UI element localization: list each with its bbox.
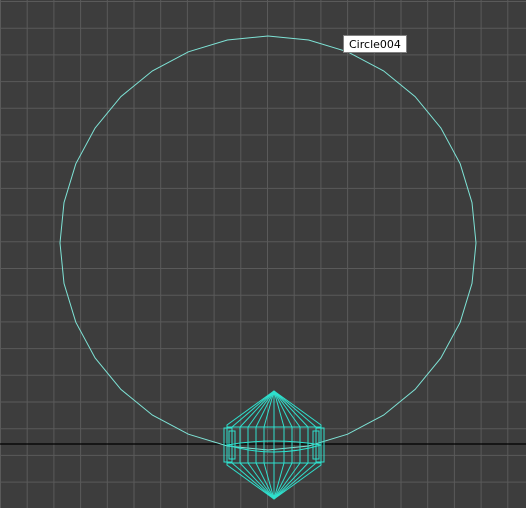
mesh-edge-upper xyxy=(247,390,275,428)
viewport-scene[interactable] xyxy=(0,0,526,508)
viewport-grid xyxy=(0,0,526,508)
mesh-edge-lower xyxy=(247,462,275,500)
mesh-edge-lower xyxy=(273,462,317,500)
object-name-tooltip: Circle004 xyxy=(343,35,407,53)
mesh-edge-upper xyxy=(273,390,301,428)
mesh-edge-lower xyxy=(273,462,301,500)
diamond-mesh-object[interactable] xyxy=(223,390,325,500)
orthographic-viewport[interactable]: Circle004 xyxy=(0,0,526,508)
mesh-edge-upper xyxy=(273,390,317,428)
